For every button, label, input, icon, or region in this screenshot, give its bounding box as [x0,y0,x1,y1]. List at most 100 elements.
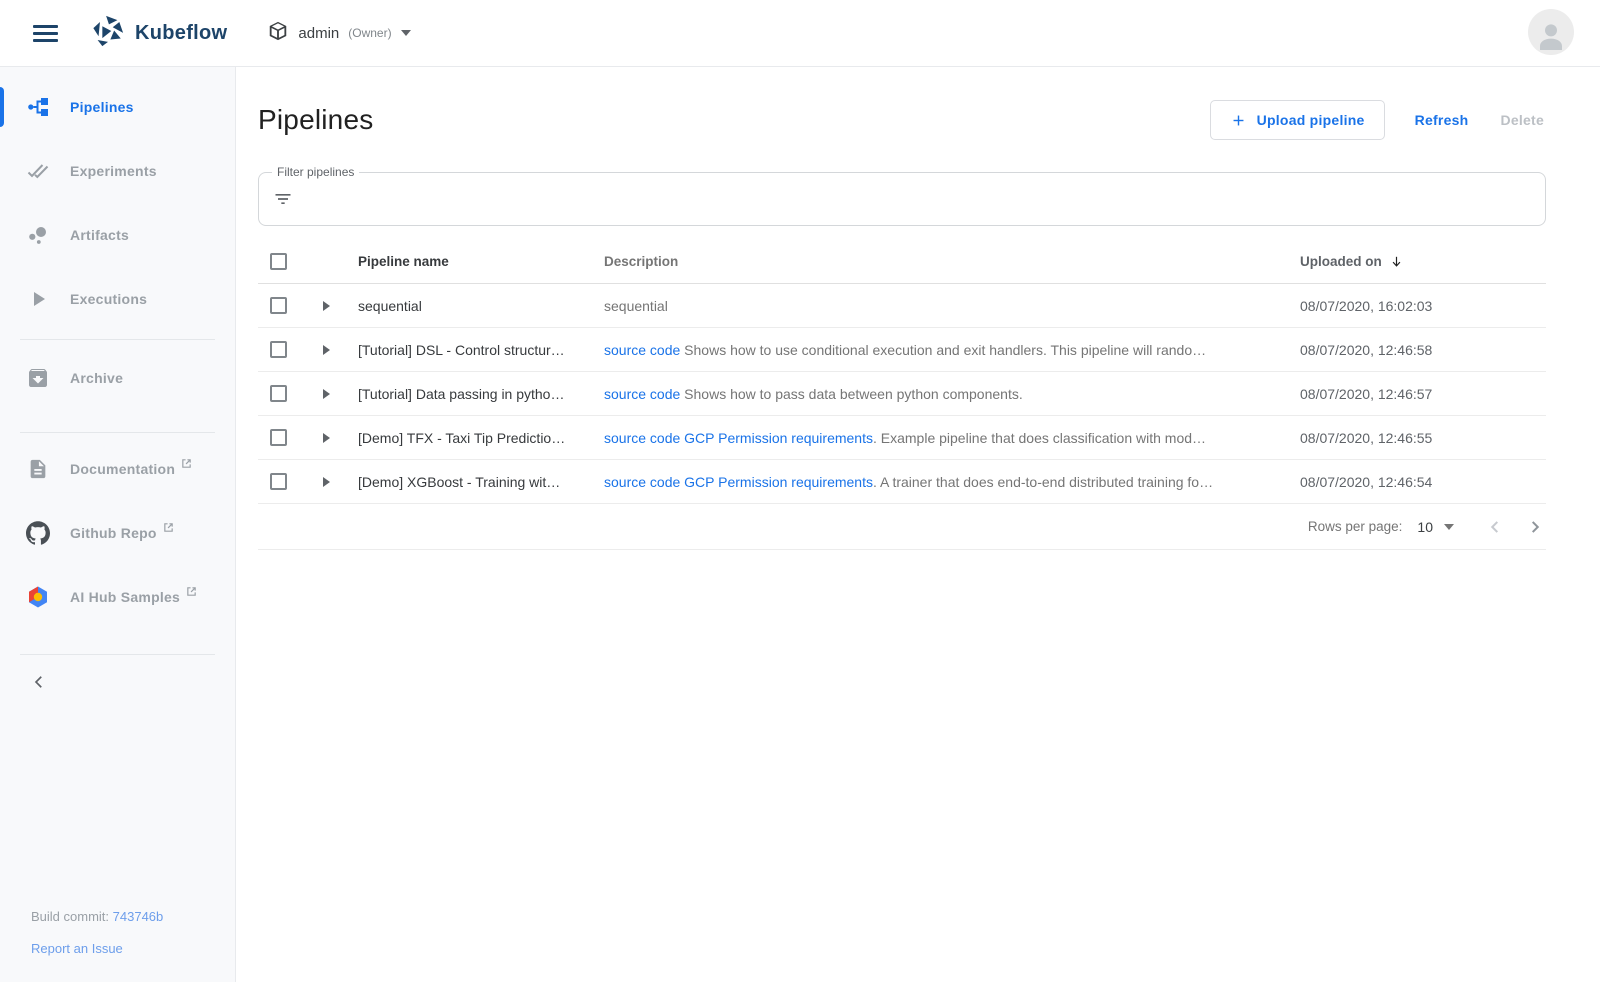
column-header-pipeline-name[interactable]: Pipeline name [358,254,604,269]
expand-row-icon[interactable] [323,433,330,443]
rows-per-page-select[interactable]: 10 [1417,519,1433,535]
external-link-icon [181,456,192,474]
kubeflow-brand[interactable]: Kubeflow [91,14,227,53]
caret-down-icon[interactable] [1444,524,1454,530]
table-row: [Tutorial] DSL - Control structur… sourc… [258,328,1546,372]
namespace-selector[interactable]: admin (Owner) [267,20,410,47]
pipeline-name-link[interactable]: [Tutorial] Data passing in pytho… [358,386,604,402]
plus-icon [1230,112,1247,129]
upload-pipeline-label: Upload pipeline [1257,112,1365,128]
sidebar-item-label: AI Hub Samples [70,589,180,605]
pipeline-description: sequential [604,298,1300,314]
pipeline-description: source code GCP Permission requirements.… [604,474,1300,490]
menu-icon[interactable] [27,19,64,48]
namespace-role: (Owner) [348,26,391,40]
expand-row-icon[interactable] [323,345,330,355]
row-checkbox[interactable] [270,341,287,358]
archive-icon [26,366,50,390]
sidebar-item-label: Artifacts [70,227,129,243]
sidebar-item-artifacts[interactable]: Artifacts [0,211,235,259]
rows-per-page-label: Rows per page: [1308,519,1403,534]
gcp-permission-link[interactable]: GCP Permission requirements [680,430,873,446]
row-checkbox[interactable] [270,297,287,314]
column-header-description[interactable]: Description [604,254,1300,269]
chevron-right-icon [1524,516,1546,538]
select-all-checkbox[interactable] [270,253,287,270]
namespace-name: admin [298,25,339,42]
collapse-sidebar-button[interactable] [26,669,52,698]
uploaded-date: 08/07/2020, 12:46:54 [1300,474,1546,490]
external-link-icon [186,584,197,602]
source-code-link[interactable]: source code [604,430,680,446]
chevron-left-icon [1484,516,1506,538]
sidebar-item-documentation[interactable]: Documentation [0,445,235,493]
caret-down-icon [401,30,411,36]
column-header-uploaded-on[interactable]: Uploaded on [1300,254,1404,269]
package-icon [267,20,289,47]
pipeline-name-link[interactable]: [Tutorial] DSL - Control structur… [358,342,604,358]
topbar: Kubeflow admin (Owner) [0,0,1600,67]
row-checkbox[interactable] [270,385,287,402]
uploaded-date: 08/07/2020, 16:02:03 [1300,298,1546,314]
upload-pipeline-button[interactable]: Upload pipeline [1210,100,1385,140]
source-code-link[interactable]: source code [604,342,680,358]
sidebar-item-pipelines[interactable]: Pipelines [0,83,235,131]
row-checkbox[interactable] [270,429,287,446]
table-header-row: Pipeline name Description Uploaded on [258,240,1546,284]
sidebar-item-label: Executions [70,291,147,307]
sidebar-item-ai-hub-samples[interactable]: AI Hub Samples [0,573,235,621]
kubeflow-logo-icon [91,14,125,53]
prev-page-button[interactable] [1484,516,1506,538]
table-row: sequential sequential 08/07/2020, 16:02:… [258,284,1546,328]
next-page-button[interactable] [1524,516,1546,538]
table-row: [Tutorial] Data passing in pytho… source… [258,372,1546,416]
refresh-button[interactable]: Refresh [1413,106,1471,134]
sidebar-item-archive[interactable]: Archive [0,354,235,402]
page-header: Pipelines Upload pipeline Refresh Delete [258,97,1546,143]
artifacts-icon [26,223,50,247]
sidebar-item-label: Pipelines [70,99,134,115]
experiments-icon [26,159,50,183]
expand-row-icon[interactable] [323,301,330,311]
sidebar: Pipelines Experiments Artifacts Executio [0,67,236,982]
filter-label: Filter pipelines [272,165,359,179]
ai-hub-icon [26,585,50,609]
filter-input[interactable] [305,190,1531,208]
avatar[interactable] [1528,9,1574,55]
page-title: Pipelines [258,104,373,136]
expand-row-icon[interactable] [323,389,330,399]
executions-icon [26,287,50,311]
sidebar-item-label: Documentation [70,461,175,477]
pipelines-table: Pipeline name Description Uploaded on se… [258,240,1546,550]
source-code-link[interactable]: source code [604,386,680,402]
sidebar-footer: Build commit: 743746b Report an Issue [31,909,163,956]
sidebar-item-experiments[interactable]: Experiments [0,147,235,195]
build-commit: Build commit: 743746b [31,909,163,924]
pagination: Rows per page: 10 [258,504,1546,550]
pipeline-description: source code Shows how to pass data betwe… [604,386,1300,402]
expand-row-icon[interactable] [323,477,330,487]
pipeline-name-link[interactable]: [Demo] TFX - Taxi Tip Predictio… [358,430,604,446]
table-row: [Demo] TFX - Taxi Tip Predictio… source … [258,416,1546,460]
pipelines-icon [26,95,50,119]
active-indicator [0,87,4,127]
build-commit-link[interactable]: 743746b [113,909,164,924]
sidebar-item-label: Archive [70,370,123,386]
uploaded-date: 08/07/2020, 12:46:55 [1300,430,1546,446]
pipeline-description: source code Shows how to use conditional… [604,342,1300,358]
document-icon [26,457,50,481]
delete-button[interactable]: Delete [1498,106,1546,134]
row-checkbox[interactable] [270,473,287,490]
gcp-permission-link[interactable]: GCP Permission requirements [680,474,873,490]
github-icon [26,521,50,545]
sidebar-item-github-repo[interactable]: Github Repo [0,509,235,557]
report-issue-link[interactable]: Report an Issue [31,941,123,956]
filter-pipelines-field[interactable]: Filter pipelines [258,172,1546,226]
chevron-left-icon [30,673,48,691]
toolbar: Upload pipeline Refresh Delete [1210,100,1546,140]
divider [20,432,215,433]
sidebar-item-executions[interactable]: Executions [0,275,235,323]
pipeline-name-link[interactable]: sequential [358,298,604,314]
pipeline-name-link[interactable]: [Demo] XGBoost - Training wit… [358,474,604,490]
source-code-link[interactable]: source code [604,474,680,490]
